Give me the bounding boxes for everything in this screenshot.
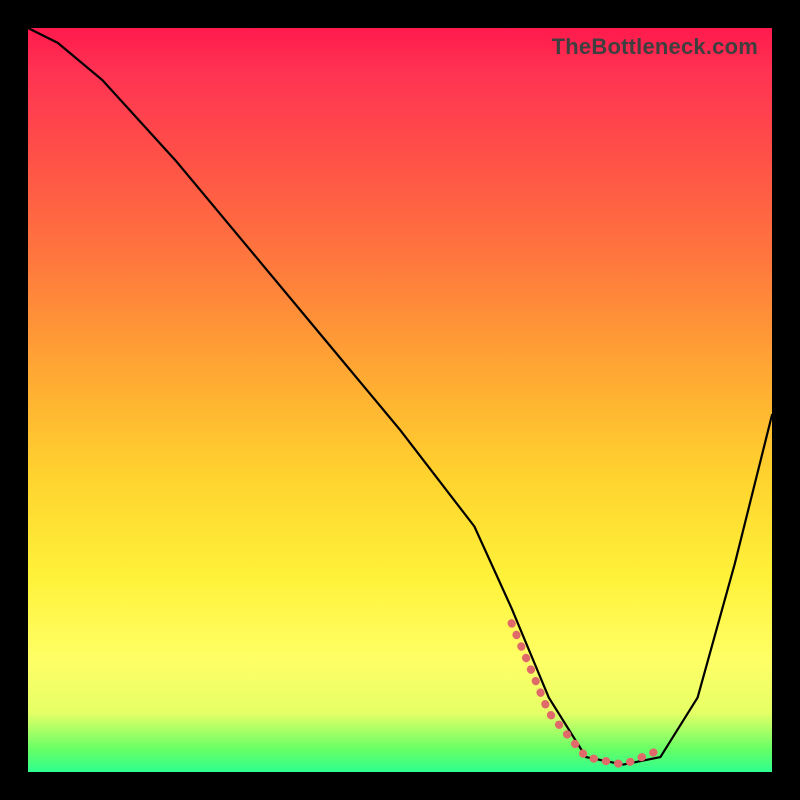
plot-area: TheBottleneck.com xyxy=(28,28,772,772)
bottleneck-marker xyxy=(512,623,661,764)
bottleneck-curve xyxy=(28,28,772,765)
chart-svg xyxy=(28,28,772,772)
chart-frame: TheBottleneck.com xyxy=(0,0,800,800)
